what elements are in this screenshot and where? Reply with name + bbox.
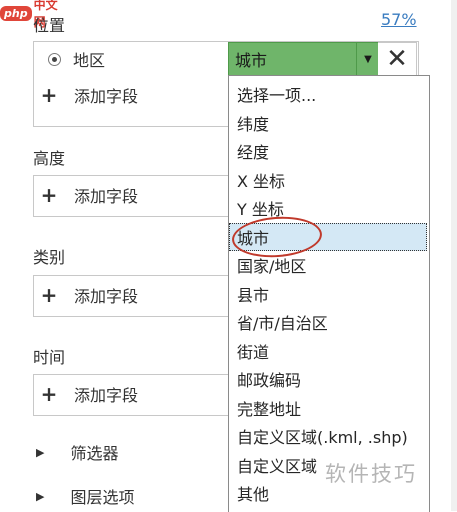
layer-options-label: 图层选项 [70, 488, 135, 507]
plus-icon: + [40, 183, 58, 207]
dropdown-item[interactable]: 自定义区域(.kml, .shp) [229, 422, 427, 450]
dropdown-item[interactable]: Y 坐标 [229, 194, 427, 222]
combobox-value: 城市 [235, 51, 268, 70]
add-field-label: 添加字段 [74, 187, 139, 206]
location-radio-row[interactable]: 地区 [38, 46, 105, 72]
radio-dot [52, 56, 57, 62]
plus-icon: + [40, 83, 58, 107]
completion-percent-link[interactable]: 57% [381, 10, 417, 29]
location-add-field-button[interactable]: + 添加字段 [38, 82, 138, 108]
geography-dropdown-list: 选择一项... 纬度 经度 X 坐标 Y 坐标 城市 国家/地区 县市 省/市/自治区 街道 邮政编… [228, 75, 430, 512]
layer-options-expander[interactable]: ▶ 图层选项 [36, 484, 134, 508]
dropdown-item[interactable]: 县市 [229, 280, 427, 308]
time-add-field-button[interactable]: + 添加字段 [38, 381, 138, 407]
dropdown-item[interactable]: 经度 [229, 137, 427, 165]
dropdown-item[interactable]: X 坐标 [229, 166, 427, 194]
location-label: 位置 [33, 16, 66, 35]
add-field-label: 添加字段 [74, 386, 139, 405]
category-add-field-button[interactable]: + 添加字段 [38, 282, 138, 308]
expand-arrow-icon: ▶ [36, 489, 45, 503]
add-field-label: 添加字段 [74, 287, 139, 306]
dropdown-item[interactable]: 街道 [229, 337, 427, 365]
plus-icon: + [40, 382, 58, 406]
filters-expander[interactable]: ▶ 筛选器 [36, 440, 118, 464]
height-label: 高度 [33, 149, 66, 168]
dropdown-item[interactable]: 纬度 [229, 109, 427, 137]
geography-type-combobox[interactable]: 城市 ▼ [228, 42, 380, 76]
category-label: 类别 [33, 248, 66, 267]
watermark-bottom-text: 软件技巧 [325, 462, 417, 486]
height-add-field-button[interactable]: + 添加字段 [38, 182, 138, 208]
region-label: 地区 [73, 51, 106, 70]
filters-label: 筛选器 [70, 444, 119, 463]
add-field-label: 添加字段 [74, 87, 139, 106]
time-label: 时间 [33, 348, 66, 367]
radio-button[interactable] [48, 52, 61, 66]
chevron-down-icon[interactable]: ▼ [356, 43, 379, 75]
dropdown-item[interactable]: 邮政编码 [229, 365, 427, 393]
close-icon[interactable]: ✕ [378, 42, 417, 76]
plus-icon: + [40, 283, 58, 307]
dropdown-item[interactable]: 省/市/自治区 [229, 308, 427, 336]
expand-arrow-icon: ▶ [36, 445, 45, 459]
watermark-badge: php [0, 5, 32, 21]
dropdown-item[interactable]: 完整地址 [229, 394, 427, 422]
dropdown-item[interactable]: 选择一项... [229, 80, 427, 108]
scrollbar-edge[interactable] [451, 0, 457, 511]
